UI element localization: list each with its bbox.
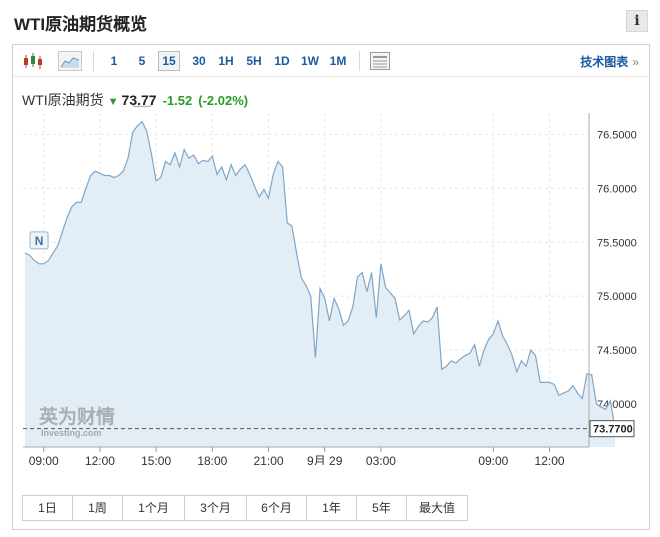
candlestick-icon[interactable] xyxy=(22,51,44,71)
toolbar-divider xyxy=(93,51,94,71)
x-tick-label: 15:00 xyxy=(141,454,171,465)
range-button[interactable]: 1周 xyxy=(73,496,123,520)
x-tick-label: 12:00 xyxy=(535,454,565,465)
watermark-text: Investing.com xyxy=(41,428,102,438)
y-tick-label: 74.5000 xyxy=(597,345,637,357)
time-range-selector: 1日 1周 1个月 3个月 6个月 1年 5年 最大值 xyxy=(22,495,468,521)
news-marker-label: N xyxy=(138,105,147,106)
table-icon[interactable] xyxy=(369,51,391,71)
price-chart[interactable]: 76.500076.000075.500075.000074.500074.00… xyxy=(13,105,649,465)
technical-chart-label: 技术图表 xyxy=(580,55,629,69)
chart-toolbar: 1 5 15 30 1H 5H 1D 1W 1M 技术图表» xyxy=(13,45,649,77)
y-tick-label: 76.5000 xyxy=(597,130,637,142)
page-title: WTI原油期货概览 xyxy=(14,15,148,34)
range-button[interactable]: 6个月 xyxy=(247,496,307,520)
interval-button-1h[interactable]: 1H xyxy=(214,51,238,71)
toolbar-divider xyxy=(359,51,360,71)
interval-button-1[interactable]: 1 xyxy=(103,51,125,71)
range-button[interactable]: 1年 xyxy=(307,496,357,520)
range-button[interactable]: 3个月 xyxy=(185,496,247,520)
x-tick-label: 09:00 xyxy=(478,454,508,465)
y-tick-label: 75.0000 xyxy=(597,291,637,303)
last-price-label: 73.7700 xyxy=(593,424,633,436)
interval-button-1w[interactable]: 1W xyxy=(298,51,322,71)
interval-button-1m[interactable]: 1M xyxy=(326,51,350,71)
x-tick-label: 09:00 xyxy=(29,454,59,465)
x-tick-label: 12:00 xyxy=(85,454,115,465)
info-button[interactable]: i xyxy=(626,10,648,32)
range-button[interactable]: 1个月 xyxy=(123,496,185,520)
range-button[interactable]: 5年 xyxy=(357,496,407,520)
watermark-logo: 英为财情 xyxy=(39,405,115,428)
area-chart-icon[interactable] xyxy=(58,51,82,71)
x-tick-label: 9月 29 xyxy=(307,454,343,465)
interval-button-15[interactable]: 15 xyxy=(158,51,180,71)
range-button[interactable]: 最大值 xyxy=(407,496,467,520)
range-button[interactable]: 1日 xyxy=(23,496,73,520)
news-marker-label: N xyxy=(35,234,44,248)
x-tick-label: 18:00 xyxy=(197,454,227,465)
x-tick-label: 21:00 xyxy=(254,454,284,465)
technical-chart-link[interactable]: 技术图表» xyxy=(580,53,639,70)
interval-button-30[interactable]: 30 xyxy=(186,51,212,71)
interval-button-5h[interactable]: 5H xyxy=(242,51,266,71)
x-tick-label: 03:00 xyxy=(366,454,396,465)
chart-panel: 1 5 15 30 1H 5H 1D 1W 1M 技术图表» WTI原油期货 ▼ 73.77 -1.5… xyxy=(12,44,650,530)
y-tick-label: 76.0000 xyxy=(597,183,637,195)
y-tick-label: 75.5000 xyxy=(597,237,637,249)
interval-button-1d[interactable]: 1D xyxy=(270,51,294,71)
interval-button-5[interactable]: 5 xyxy=(131,51,153,71)
double-chevron-right-icon: » xyxy=(632,55,639,69)
